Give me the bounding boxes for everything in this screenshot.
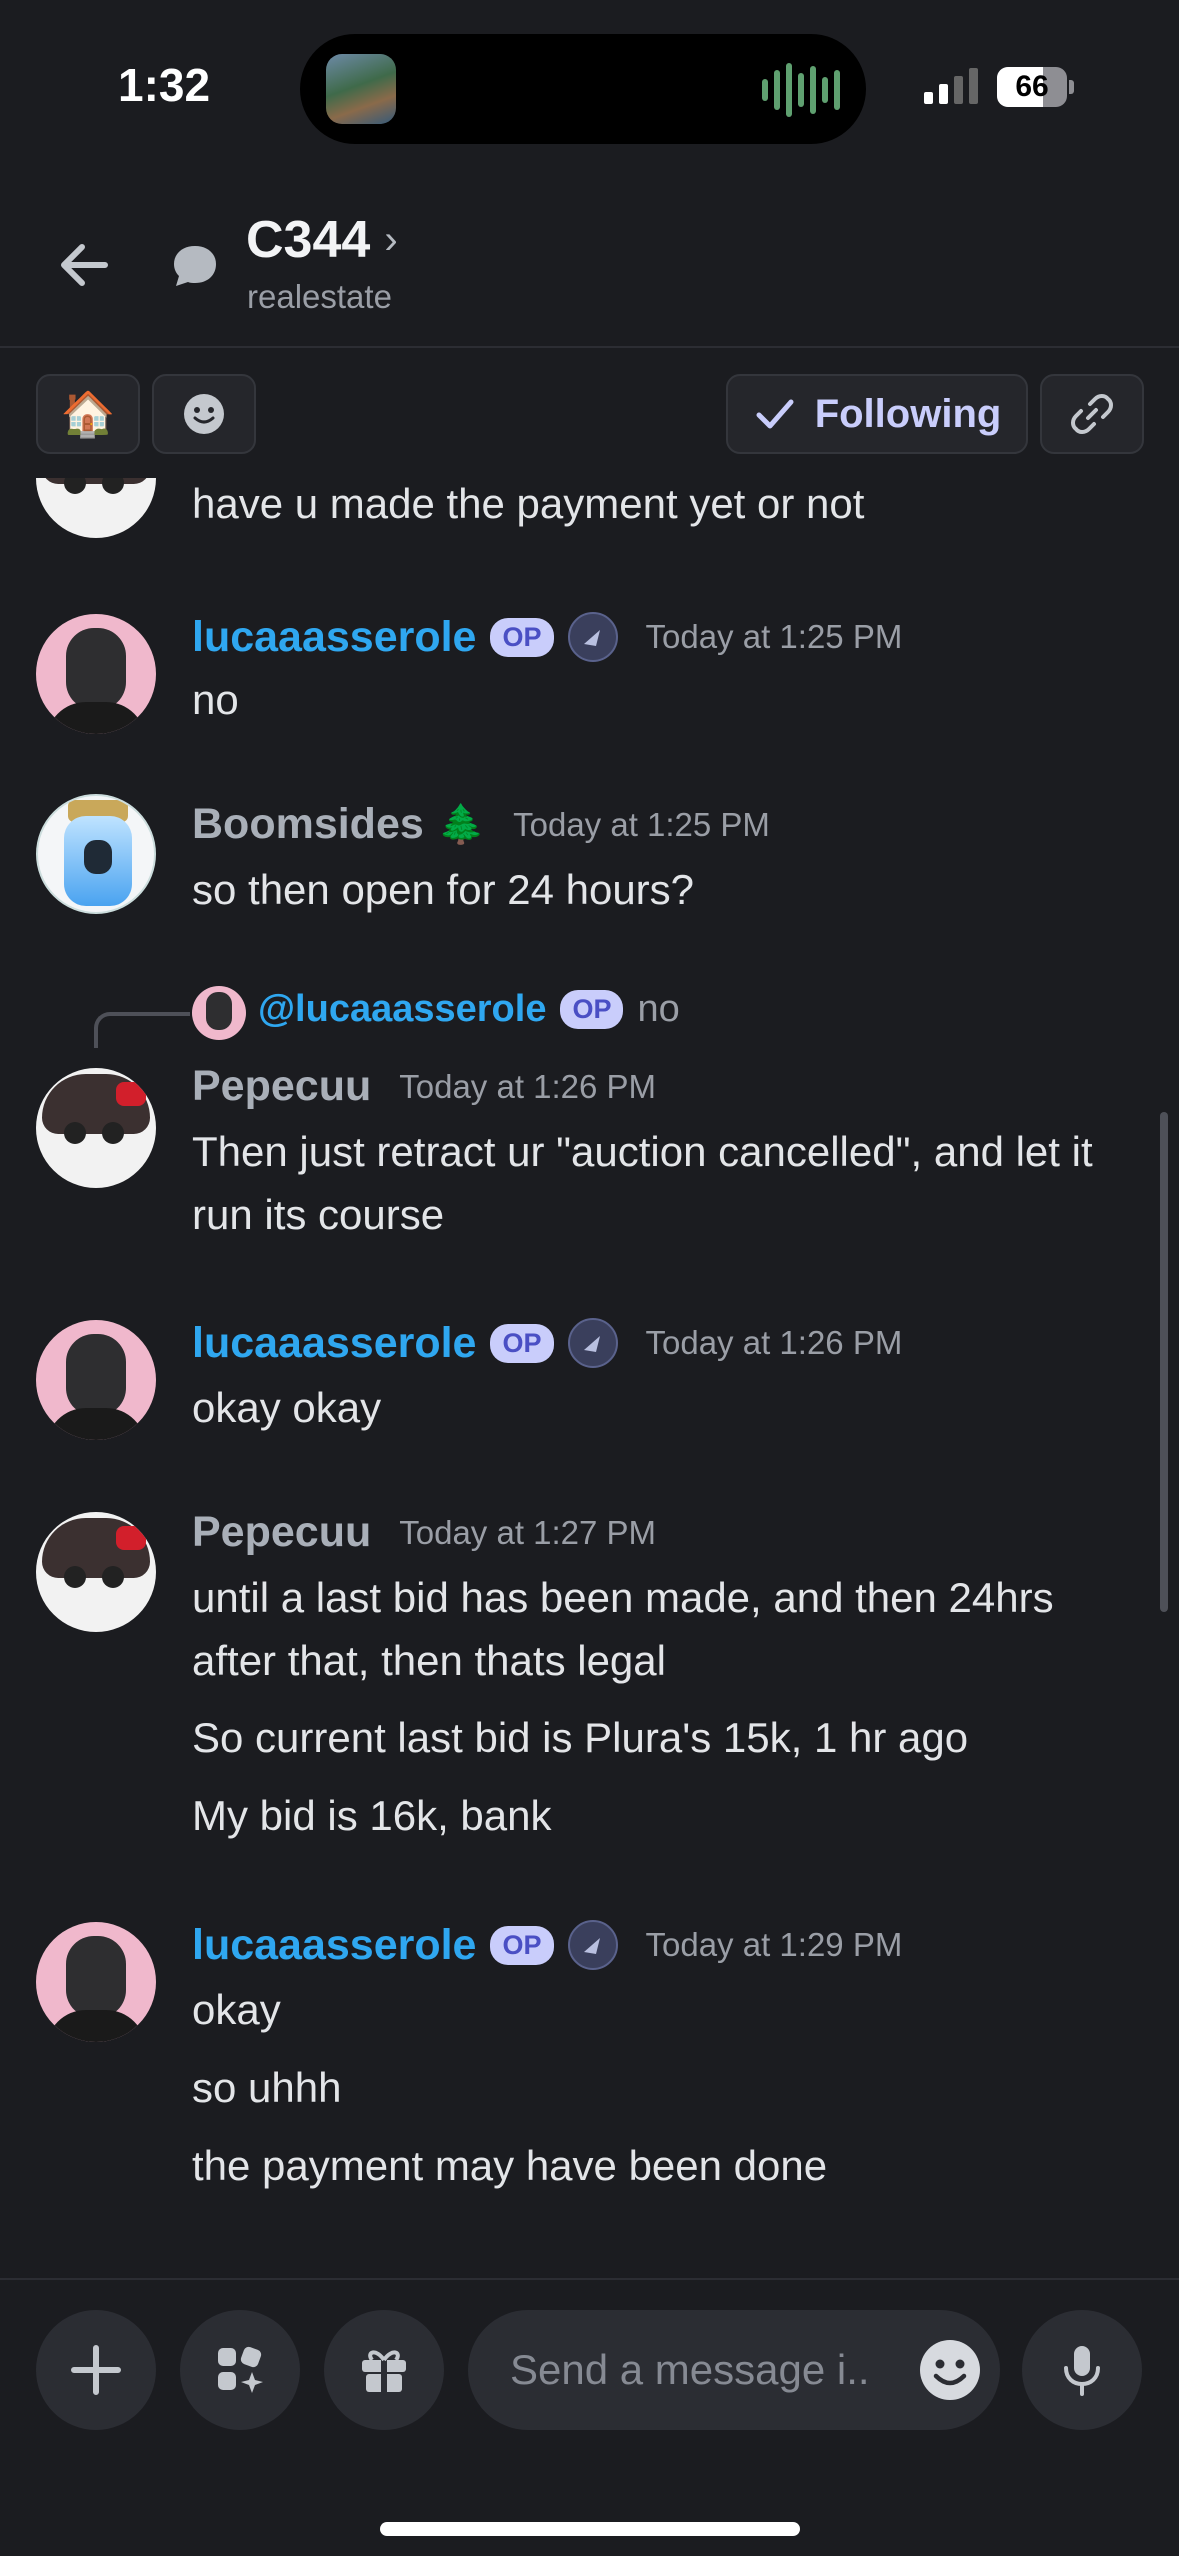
message-text: Then just retract ur "auction cancelled"…	[192, 1128, 1093, 1238]
timestamp: Today at 1:26 PM	[645, 1324, 903, 1361]
timestamp: Today at 1:29 PM	[645, 1926, 903, 1963]
reply-text: no	[637, 988, 680, 1030]
message-text: so uhhh	[192, 2064, 342, 2111]
avatar[interactable]	[36, 1320, 156, 1440]
timestamp: Today at 1:26 PM	[399, 1067, 657, 1105]
message-header: Boomsides 🌲 Today at 1:25 PM	[192, 800, 770, 849]
avatar[interactable]	[36, 1922, 156, 2042]
audio-waveform-icon	[762, 62, 840, 118]
home-indicator[interactable]	[380, 2522, 800, 2536]
message-header: Pepecuu Today at 1:26 PM	[192, 1062, 656, 1111]
cellular-signal-icon	[924, 68, 978, 104]
battery-nub	[1069, 80, 1074, 94]
chevron-right-icon: ›	[384, 217, 398, 262]
avatar[interactable]	[36, 1512, 156, 1632]
thread-icon	[168, 238, 222, 292]
boost-badge-icon	[567, 1318, 618, 1368]
status-time: 1:32	[118, 59, 211, 111]
reply-mention: @lucaaasserole	[258, 988, 547, 1030]
apps-button[interactable]	[180, 2310, 300, 2430]
op-badge: OP	[490, 617, 554, 657]
plus-icon	[71, 2345, 121, 2395]
boost-badge-icon	[567, 612, 618, 662]
arrow-left-icon	[61, 244, 108, 286]
message-text: My bid is 16k, bank	[192, 1792, 552, 1839]
now-playing-thumbnail	[326, 54, 396, 124]
channel-title-button[interactable]: C344 ›	[246, 210, 398, 270]
copy-link-button[interactable]	[1040, 374, 1144, 454]
timestamp: Today at 1:25 PM	[645, 618, 903, 655]
dynamic-island[interactable]	[300, 34, 866, 144]
message-header: lucaaasserole OP Today at 1:29 PM	[192, 1920, 902, 1970]
battery-icon: 66	[997, 67, 1067, 107]
following-label: Following	[814, 391, 1002, 436]
message-text: okay	[192, 1986, 281, 2033]
author-name[interactable]: lucaaasserole	[192, 613, 476, 662]
message-header: lucaaasserole OP Today at 1:25 PM	[192, 612, 902, 662]
timestamp: Today at 1:25 PM	[513, 805, 770, 843]
avatar[interactable]	[36, 794, 156, 914]
avatar[interactable]	[36, 478, 156, 538]
message-text: So current last bid is Plura's 15k, 1 hr…	[192, 1714, 969, 1761]
message-header: lucaaasserole OP Today at 1:26 PM	[192, 1318, 902, 1368]
smiley-icon	[184, 394, 224, 434]
back-button[interactable]	[50, 230, 120, 300]
author-name[interactable]: Pepecuu	[192, 1508, 371, 1557]
timestamp: Today at 1:27 PM	[399, 1513, 657, 1551]
house-emoji: 🏠	[60, 390, 116, 439]
author-emoji: 🌲	[437, 803, 486, 846]
author-name[interactable]: lucaaasserole	[192, 1921, 476, 1970]
op-badge: OP	[490, 1925, 554, 1965]
reply-avatar	[192, 986, 246, 1040]
author-name[interactable]: Boomsides	[192, 800, 424, 849]
link-icon	[1071, 394, 1113, 434]
channel-title: C344	[246, 211, 371, 269]
boost-badge-icon	[567, 1920, 618, 1970]
reply-connector	[94, 1012, 190, 1048]
message-text: until a last bid has been made, and then…	[192, 1574, 1054, 1684]
battery-percentage: 66	[1015, 70, 1049, 103]
status-bar: 1:32 66	[0, 0, 1179, 170]
microphone-icon	[1064, 2346, 1100, 2396]
message-text: have u made the payment yet or not	[192, 480, 865, 527]
house-tag-button[interactable]: 🏠	[36, 374, 140, 454]
voice-message-button[interactable]	[1022, 2310, 1142, 2430]
gift-icon	[362, 2350, 406, 2392]
add-attachment-button[interactable]	[36, 2310, 156, 2430]
apps-icon	[218, 2346, 263, 2393]
channel-subtitle: realestate	[247, 278, 392, 315]
channel-header: C344 › realestate	[0, 170, 1179, 348]
message-composer	[0, 2278, 1179, 2556]
following-button[interactable]: Following	[726, 374, 1028, 454]
message-input-container[interactable]	[468, 2310, 1000, 2430]
author-name[interactable]: Pepecuu	[192, 1062, 371, 1111]
add-reaction-button[interactable]	[152, 374, 256, 454]
avatar[interactable]	[36, 614, 156, 734]
emoji-picker-button[interactable]	[918, 2338, 982, 2402]
author-name[interactable]: lucaaasserole	[192, 1319, 476, 1368]
message-input[interactable]	[510, 2340, 910, 2400]
message-text: no	[192, 676, 239, 723]
gift-button[interactable]	[324, 2310, 444, 2430]
reply-preview[interactable]: @lucaaasserole OP no	[258, 988, 680, 1031]
message-text: the payment may have been done	[192, 2142, 828, 2189]
checkmark-icon	[756, 399, 794, 429]
scrollbar[interactable]	[1160, 1112, 1168, 1612]
message-list[interactable]: have u made the payment yet or not lucaa…	[0, 478, 1179, 2278]
avatar[interactable]	[36, 1068, 156, 1188]
op-badge: OP	[490, 1323, 554, 1363]
thread-toolbar: 🏠 Following	[0, 348, 1179, 478]
message-text: so then open for 24 hours?	[192, 866, 695, 913]
smiley-icon	[920, 2340, 980, 2400]
op-badge: OP	[560, 990, 624, 1029]
message-text: okay okay	[192, 1384, 382, 1431]
message-header: Pepecuu Today at 1:27 PM	[192, 1508, 656, 1557]
